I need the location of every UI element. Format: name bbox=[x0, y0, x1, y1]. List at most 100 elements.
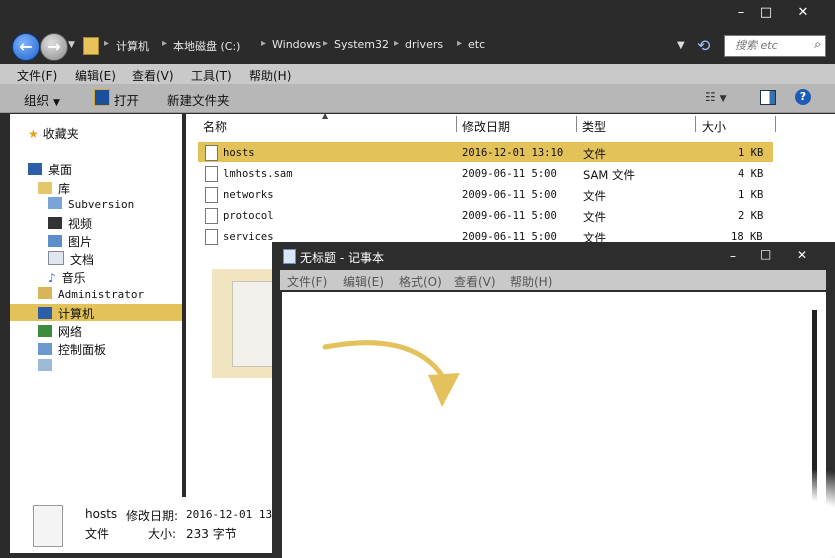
file-type: SAM 文件 bbox=[583, 168, 635, 182]
nav-control-panel-label: 控制面板 bbox=[58, 343, 107, 357]
nav-administrator[interactable]: Administrator bbox=[38, 287, 144, 301]
file-name: lmhosts.sam bbox=[223, 168, 293, 180]
column-divider[interactable] bbox=[775, 116, 776, 132]
file-size: 1 KB bbox=[738, 189, 764, 201]
organize-label: 组织 bbox=[24, 93, 50, 108]
nav-subversion[interactable]: Subversion bbox=[48, 197, 134, 211]
open-button[interactable]: 打开 bbox=[114, 90, 139, 109]
forward-arrow-icon: → bbox=[47, 37, 61, 56]
menu-view[interactable]: 查看(V) bbox=[132, 67, 174, 84]
notepad-maximize-button[interactable]: □ bbox=[760, 247, 771, 261]
breadcrumb-separator-icon: ▸ bbox=[162, 38, 168, 49]
breadcrumb-separator-icon: ▸ bbox=[104, 38, 110, 49]
details-size-value: 233 字节 bbox=[186, 527, 237, 541]
maximize-button[interactable]: □ bbox=[753, 4, 779, 22]
address-dropdown-icon[interactable]: ▼ bbox=[677, 40, 685, 51]
new-folder-button[interactable]: 新建文件夹 bbox=[167, 90, 230, 109]
menu-file[interactable]: 文件(F) bbox=[17, 67, 57, 84]
computer-icon bbox=[38, 307, 52, 319]
breadcrumb-separator-icon: ▸ bbox=[323, 38, 329, 49]
notepad-menu-help[interactable]: 帮助(H) bbox=[510, 273, 552, 290]
nav-library[interactable]: 库 bbox=[38, 180, 70, 197]
file-size: 2 KB bbox=[738, 210, 764, 222]
notepad-menu-format[interactable]: 格式(O) bbox=[399, 273, 442, 290]
back-button[interactable]: ← bbox=[12, 33, 40, 61]
notepad-title: 无标题 - 记事本 bbox=[300, 251, 384, 265]
breadcrumb-etc[interactable]: etc bbox=[468, 38, 485, 51]
search-icon[interactable]: ⌕ bbox=[814, 37, 821, 52]
close-button[interactable]: ✕ bbox=[790, 4, 816, 22]
nav-subversion-label: Subversion bbox=[68, 198, 135, 211]
pictures-icon bbox=[48, 235, 62, 247]
breadcrumb-local-disk[interactable]: 本地磁盘 (C:) bbox=[173, 38, 240, 54]
notepad-menu-file[interactable]: 文件(F) bbox=[287, 273, 327, 290]
breadcrumb-computer[interactable]: 计算机 bbox=[116, 38, 149, 54]
nav-recycle-bin[interactable] bbox=[38, 359, 58, 373]
documents-icon bbox=[48, 251, 64, 265]
file-icon bbox=[205, 187, 218, 203]
forward-button[interactable]: → bbox=[40, 33, 68, 61]
nav-documents[interactable]: 文档 bbox=[48, 251, 94, 268]
preview-pane-icon[interactable] bbox=[760, 90, 776, 105]
nav-music[interactable]: ♪ 音乐 bbox=[48, 269, 86, 286]
breadcrumb-drivers[interactable]: drivers bbox=[405, 38, 443, 51]
star-icon: ★ bbox=[28, 127, 39, 141]
nav-computer-label: 计算机 bbox=[58, 307, 95, 321]
notepad-minimize-button[interactable]: – bbox=[730, 249, 736, 263]
file-type: 文件 bbox=[583, 189, 606, 203]
breadcrumb-windows[interactable]: Windows bbox=[272, 38, 321, 51]
file-icon bbox=[205, 208, 218, 224]
nav-documents-label: 文档 bbox=[70, 253, 95, 267]
notepad-close-button[interactable]: ✕ bbox=[797, 248, 807, 262]
column-modified[interactable]: 修改日期 bbox=[462, 118, 510, 135]
column-name[interactable]: 名称 bbox=[203, 118, 227, 135]
view-options-icon[interactable]: ☷ ▼ bbox=[705, 90, 727, 104]
search-input[interactable] bbox=[725, 36, 815, 54]
file-icon bbox=[205, 166, 218, 182]
file-name: hosts bbox=[223, 147, 255, 159]
notepad-menu-edit[interactable]: 编辑(E) bbox=[343, 273, 384, 290]
menu-edit[interactable]: 编辑(E) bbox=[75, 67, 116, 84]
nav-pictures-label: 图片 bbox=[68, 235, 93, 249]
menu-bar: 文件(F) 编辑(E) 查看(V) 工具(T) 帮助(H) bbox=[0, 64, 835, 84]
sort-ascending-icon: ▲ bbox=[322, 111, 329, 120]
column-divider[interactable] bbox=[695, 116, 696, 132]
network-icon bbox=[38, 325, 52, 337]
menu-help[interactable]: 帮助(H) bbox=[249, 67, 291, 84]
nav-favorites[interactable]: ★ 收藏夹 bbox=[28, 125, 79, 142]
nav-desktop-label: 桌面 bbox=[48, 163, 73, 177]
breadcrumb-separator-icon: ▸ bbox=[457, 38, 463, 49]
nav-network[interactable]: 网络 bbox=[38, 323, 82, 340]
nav-control-panel[interactable]: 控制面板 bbox=[38, 341, 106, 358]
desktop-icon bbox=[28, 163, 42, 175]
file-preview-icon bbox=[33, 505, 63, 547]
help-icon[interactable]: ? bbox=[795, 89, 811, 105]
file-size: 1 KB bbox=[738, 147, 764, 159]
nav-video[interactable]: 视频 bbox=[48, 215, 92, 232]
video-icon bbox=[48, 217, 62, 229]
column-divider[interactable] bbox=[456, 116, 457, 132]
nav-administrator-label: Administrator bbox=[58, 288, 145, 301]
library-icon bbox=[38, 182, 52, 194]
nav-pictures[interactable]: 图片 bbox=[48, 233, 92, 250]
file-icon bbox=[205, 145, 218, 161]
nav-desktop[interactable]: 桌面 bbox=[28, 161, 72, 178]
nav-computer[interactable]: 计算机 bbox=[38, 305, 94, 322]
nav-video-label: 视频 bbox=[68, 217, 93, 231]
column-size[interactable]: 大小 bbox=[702, 118, 726, 135]
refresh-icon[interactable]: ⟲ bbox=[697, 36, 710, 55]
minimize-button[interactable]: – bbox=[728, 4, 754, 22]
folder-icon bbox=[83, 37, 99, 55]
column-type[interactable]: 类型 bbox=[582, 118, 606, 135]
menu-tools[interactable]: 工具(T) bbox=[191, 67, 232, 84]
file-name: networks bbox=[223, 189, 274, 201]
file-size: 4 KB bbox=[738, 168, 764, 180]
search-box[interactable]: ⌕ bbox=[724, 35, 826, 57]
notepad-menu-view[interactable]: 查看(V) bbox=[454, 273, 496, 290]
breadcrumb-system32[interactable]: System32 bbox=[334, 38, 389, 51]
column-divider[interactable] bbox=[576, 116, 577, 132]
details-modified-label: 修改日期: bbox=[126, 509, 179, 523]
watermark-fade bbox=[640, 470, 835, 558]
organize-button[interactable]: 组织 ▼ bbox=[24, 90, 60, 109]
history-dropdown-icon[interactable]: ▼ bbox=[68, 40, 75, 50]
